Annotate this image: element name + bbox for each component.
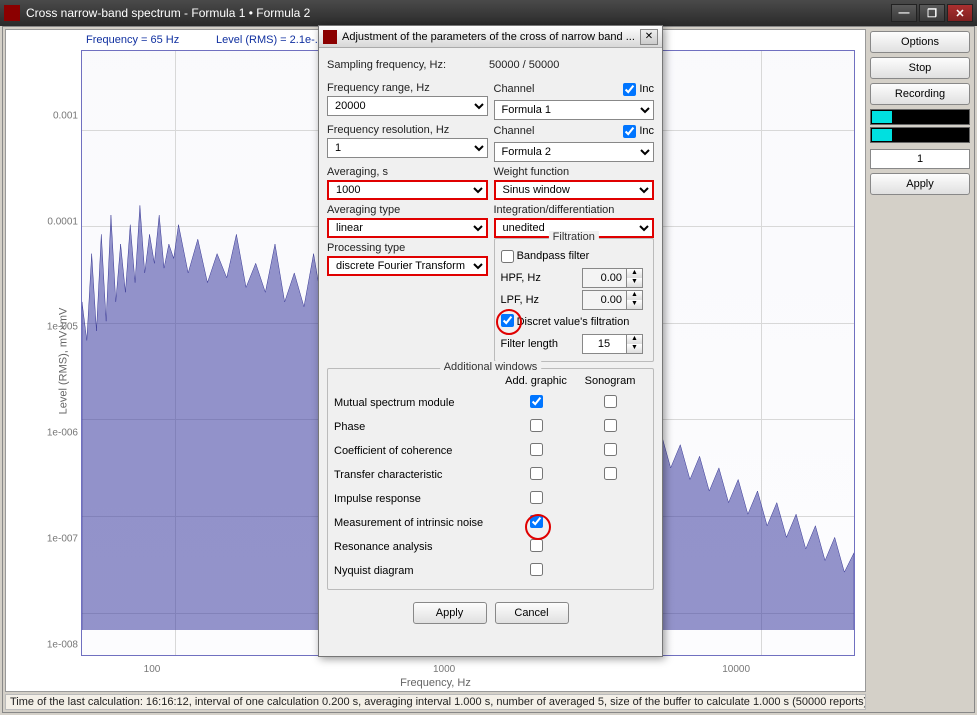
cursor-frequency-readout: Frequency = 65 Hz (86, 34, 179, 46)
filter-length-spinner[interactable]: ▲▼ (627, 334, 643, 354)
close-button[interactable]: ✕ (947, 4, 973, 22)
aw-coherence-label: Coefficient of coherence (334, 445, 499, 457)
window-title: Cross narrow-band spectrum - Formula 1 •… (26, 6, 889, 20)
aw-phase-graphic-checkbox[interactable] (530, 419, 543, 432)
frequency-range-label: Frequency range, Hz (327, 82, 488, 94)
dialog-close-button[interactable]: ✕ (640, 29, 658, 45)
aw-phase-label: Phase (334, 421, 499, 433)
aw-nyquist-label: Nyquist diagram (334, 565, 499, 577)
averaging-type-label: Averaging type (327, 204, 488, 216)
discret-filtration-label: Discret value's filtration (517, 316, 630, 328)
aw-mutual-spectrum-label: Mutual spectrum module (334, 397, 499, 409)
processing-type-label: Processing type (327, 242, 488, 254)
sonogram-header: Sonogram (573, 375, 647, 387)
aw-phase-sonogram-checkbox[interactable] (604, 419, 617, 432)
dialog-cancel-button[interactable]: Cancel (495, 602, 569, 624)
dialog-titlebar[interactable]: Adjustment of the parameters of the cros… (319, 26, 662, 48)
aw-transfer-label: Transfer characteristic (334, 469, 499, 481)
inc-checkbox-2[interactable] (623, 125, 636, 138)
aw-nyquist-graphic-checkbox[interactable] (530, 563, 543, 576)
stop-button[interactable]: Stop (870, 57, 970, 79)
y-tick: 1e-005 (47, 322, 78, 333)
aw-resonance-label: Resonance analysis (334, 541, 499, 553)
aw-mutual-spectrum-graphic-checkbox[interactable] (530, 395, 543, 408)
hpf-input[interactable] (582, 268, 627, 288)
numeric-field[interactable] (870, 149, 970, 169)
frequency-resolution-select[interactable]: 1 (327, 138, 488, 158)
additional-windows-legend: Additional windows (440, 361, 542, 373)
integration-label: Integration/differentiation (494, 204, 655, 216)
aw-intrinsic-noise-label: Measurement of intrinsic noise (334, 517, 499, 529)
aw-transfer-sonogram-checkbox[interactable] (604, 467, 617, 480)
status-bar: Time of the last calculation: 16:16:12, … (5, 694, 866, 710)
x-axis-label: Frequency, Hz (400, 677, 471, 689)
aw-intrinsic-noise-graphic-checkbox[interactable] (530, 515, 543, 528)
channel1-select[interactable]: Formula 1 (494, 100, 655, 120)
filter-length-label: Filter length (501, 338, 583, 350)
minimize-button[interactable]: — (891, 4, 917, 22)
discret-filtration-checkbox[interactable] (501, 314, 514, 327)
x-tick: 100 (144, 664, 161, 675)
y-tick: 1e-006 (47, 428, 78, 439)
lpf-input[interactable] (582, 290, 627, 310)
processing-type-select[interactable]: discrete Fourier Transform (327, 256, 488, 276)
frequency-resolution-label: Frequency resolution, Hz (327, 124, 488, 136)
x-tick: 1000 (433, 664, 455, 675)
channel-label: Channel (494, 83, 624, 95)
sampling-frequency-value: 50000 / 50000 (489, 59, 654, 71)
main-titlebar: Cross narrow-band spectrum - Formula 1 •… (0, 0, 977, 26)
bandpass-checkbox[interactable] (501, 250, 514, 263)
channel2-select[interactable]: Formula 2 (494, 142, 655, 162)
hpf-label: HPF, Hz (501, 272, 583, 284)
averaging-type-select[interactable]: linear (327, 218, 488, 238)
y-tick: 0.001 (53, 110, 78, 121)
add-graphic-header: Add. graphic (499, 375, 573, 387)
weight-function-select[interactable]: Sinus window (494, 180, 655, 200)
dialog-apply-button[interactable]: Apply (413, 602, 487, 624)
aw-impulse-graphic-checkbox[interactable] (530, 491, 543, 504)
filter-length-input[interactable] (582, 334, 627, 354)
x-tick: 10000 (722, 664, 750, 675)
dialog-title: Adjustment of the parameters of the cros… (342, 31, 640, 43)
aw-coherence-graphic-checkbox[interactable] (530, 443, 543, 456)
inc-checkbox-1[interactable] (623, 83, 636, 96)
sampling-frequency-label: Sampling frequency, Hz: (327, 59, 489, 71)
weight-function-label: Weight function (494, 166, 655, 178)
lpf-spinner[interactable]: ▲▼ (627, 290, 643, 310)
y-tick: 1e-008 (47, 639, 78, 650)
level-indicator-2 (870, 127, 970, 143)
aw-mutual-spectrum-sonogram-checkbox[interactable] (604, 395, 617, 408)
hpf-spinner[interactable]: ▲▼ (627, 268, 643, 288)
level-indicator-1 (870, 109, 970, 125)
frequency-range-select[interactable]: 20000 (327, 96, 488, 116)
parameters-dialog: Adjustment of the parameters of the cros… (318, 25, 663, 657)
aw-resonance-graphic-checkbox[interactable] (530, 539, 543, 552)
aw-impulse-label: Impulse response (334, 493, 499, 505)
recording-button[interactable]: Recording (870, 83, 970, 105)
aw-coherence-sonogram-checkbox[interactable] (604, 443, 617, 456)
right-panel: Options Stop Recording Apply (870, 31, 970, 199)
apply-button[interactable]: Apply (870, 173, 970, 195)
bandpass-label: Bandpass filter (517, 250, 590, 262)
averaging-label: Averaging, s (327, 166, 488, 178)
options-button[interactable]: Options (870, 31, 970, 53)
aw-transfer-graphic-checkbox[interactable] (530, 467, 543, 480)
channel-label-2: Channel (494, 125, 624, 137)
y-tick: 0.0001 (47, 216, 78, 227)
dialog-icon (323, 30, 337, 44)
restore-button[interactable]: ❐ (919, 4, 945, 22)
y-tick: 1e-007 (47, 533, 78, 544)
averaging-select[interactable]: 1000 (327, 180, 488, 200)
lpf-label: LPF, Hz (501, 294, 583, 306)
filtration-legend: Filtration (549, 231, 599, 243)
app-icon (4, 5, 20, 21)
cursor-level-readout: Level (RMS) = 2.1e-... (216, 34, 324, 46)
